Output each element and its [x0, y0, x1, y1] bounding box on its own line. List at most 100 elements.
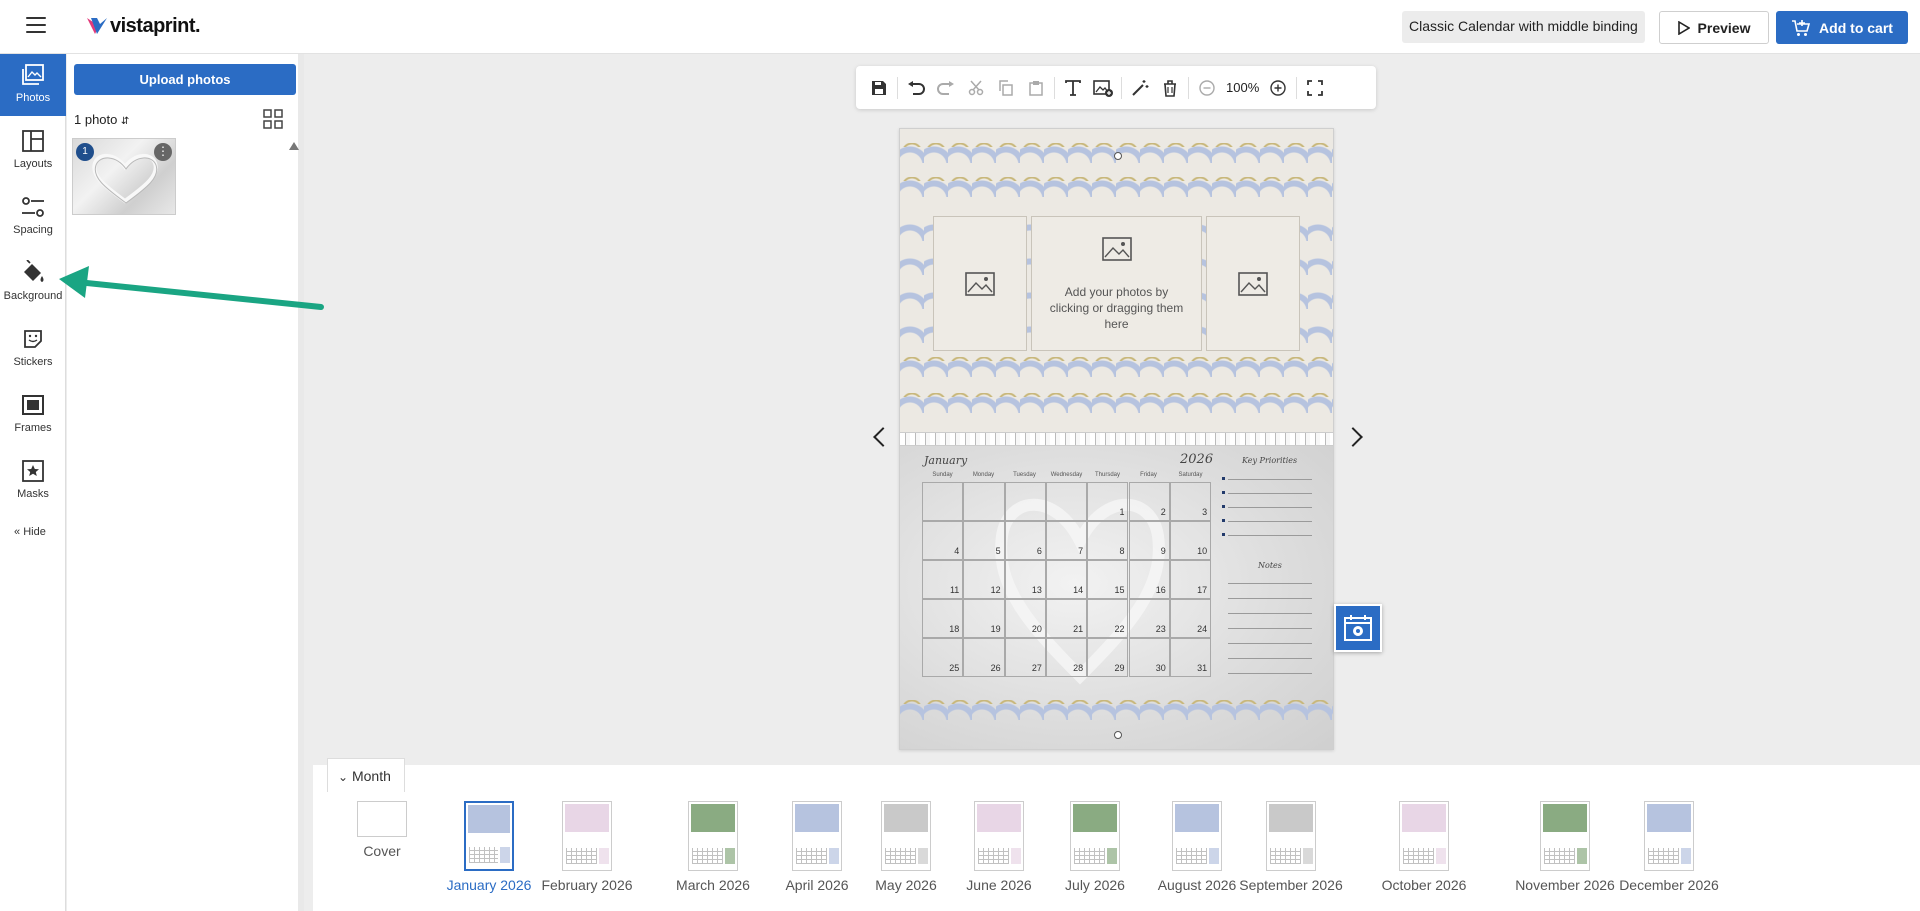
thumb-calendar-grid [1270, 848, 1301, 864]
calendar-day-cell: 31 [1169, 638, 1212, 677]
thumb-calendar-grid [1074, 848, 1105, 864]
zoom-out-icon[interactable] [1192, 73, 1222, 103]
double-chevron-left-icon: « [14, 526, 21, 538]
page-thumb-label: December 2026 [1619, 877, 1719, 893]
project-name-field[interactable]: Classic Calendar with middle binding [1402, 11, 1645, 43]
day-number: 2 [1160, 507, 1166, 517]
add-image-icon[interactable] [1088, 73, 1118, 103]
notes-title[interactable]: Notes [1258, 561, 1282, 570]
hide-panel-button[interactable]: « Hide [14, 526, 46, 538]
photo-placeholder-center[interactable]: Add your photos by clicking or dragging … [1031, 216, 1202, 351]
sort-updown-icon: ⇵ [121, 116, 130, 127]
key-priorities-title[interactable]: Key Priorities [1242, 456, 1297, 465]
calendar-day-cell [922, 482, 964, 521]
nav-item-frames[interactable]: Frames [0, 384, 66, 446]
vistaprint-logo[interactable]: vistaprint. [86, 14, 201, 38]
day-number: 18 [949, 624, 960, 634]
day-number: 22 [1114, 624, 1125, 634]
preview-button[interactable]: Preview [1659, 11, 1769, 44]
bullet-point [1222, 477, 1225, 480]
cart-plus-icon [1792, 19, 1811, 36]
calendar-day-cell: 19 [963, 599, 1005, 638]
nav-item-layouts[interactable]: Layouts [0, 120, 66, 182]
add-text-icon[interactable] [1058, 73, 1088, 103]
fullscreen-icon[interactable] [1300, 73, 1330, 103]
upload-photos-button[interactable]: Upload photos [74, 64, 296, 95]
writing-line [1228, 598, 1312, 599]
page-thumb-month[interactable]: September 2026 [1226, 801, 1356, 893]
month-tab-toggle[interactable]: ⌄ Month [327, 758, 405, 792]
nav-item-masks[interactable]: Masks [0, 450, 66, 512]
nav-item-background[interactable]: Background [0, 252, 66, 314]
cut-icon[interactable] [961, 73, 991, 103]
nav-label-photos: Photos [15, 92, 51, 104]
spacing-icon [22, 197, 44, 217]
thumb-side-panel [829, 848, 839, 864]
calendar-settings-button[interactable] [1334, 604, 1382, 652]
page-thumb-month[interactable]: December 2026 [1604, 801, 1734, 893]
writing-line [1228, 493, 1312, 494]
writing-line [1228, 643, 1312, 644]
redo-icon[interactable] [931, 73, 961, 103]
day-number: 30 [1155, 663, 1166, 673]
thumb-photo-area [565, 804, 609, 832]
calendar-day-cell: 12 [963, 560, 1005, 599]
nav-item-photos[interactable]: Photos [0, 54, 66, 116]
photo-thumbnail[interactable]: 1 ⋮ [72, 138, 176, 215]
copy-icon[interactable] [991, 73, 1021, 103]
thumb-side-panel [1577, 848, 1587, 864]
nav-label-background: Background [3, 290, 63, 302]
day-number: 27 [1031, 663, 1042, 673]
add-to-cart-label: Add to cart [1819, 19, 1893, 36]
wave-pattern [900, 177, 1333, 181]
calendar-page-canvas[interactable]: Add your photos by clicking or dragging … [899, 128, 1334, 750]
calendar-top-half: Add your photos by clicking or dragging … [900, 129, 1333, 434]
grid-view-icon[interactable] [263, 109, 283, 129]
calendar-day-cell [963, 482, 1005, 521]
nav-item-spacing[interactable]: Spacing [0, 186, 66, 248]
zoom-level: 100% [1226, 80, 1260, 95]
vistaprint-logo-icon [86, 16, 108, 36]
day-number: 15 [1114, 585, 1125, 595]
photo-more-options-icon[interactable]: ⋮ [154, 143, 172, 161]
writing-line [1228, 673, 1312, 674]
page-thumb-preview [792, 801, 842, 871]
zoom-in-icon[interactable] [1263, 73, 1293, 103]
save-icon[interactable] [864, 73, 894, 103]
calendar-day-cell: 23 [1128, 599, 1170, 638]
day-number: 25 [949, 663, 960, 673]
page-thumb-month[interactable]: October 2026 [1359, 801, 1489, 893]
calendar-day-cell: 2 [1128, 482, 1170, 521]
calendar-day-cell: 5 [963, 521, 1005, 560]
clear-all-trash-icon[interactable] [1155, 73, 1185, 103]
photo-placeholder-right[interactable] [1206, 216, 1300, 351]
scroll-up-arrow-icon[interactable] [289, 142, 299, 150]
undo-icon[interactable] [901, 73, 931, 103]
calendar-year-title[interactable]: 2026 [1180, 452, 1213, 467]
spiral-binding [900, 432, 1333, 446]
wave-pattern [900, 357, 1333, 361]
day-number: 6 [1036, 546, 1042, 556]
hamburger-menu-icon[interactable] [26, 17, 46, 33]
paste-icon[interactable] [1021, 73, 1051, 103]
thumb-photo-area [468, 805, 510, 833]
next-page-chevron-icon[interactable] [1343, 427, 1363, 447]
photos-icon [22, 64, 44, 85]
photo-placeholder-left[interactable] [933, 216, 1027, 351]
previous-page-chevron-icon[interactable] [873, 427, 893, 447]
top-bar: vistaprint. Classic Calendar with middle… [0, 0, 1920, 54]
add-to-cart-button[interactable]: Add to cart [1776, 11, 1908, 44]
photo-count-sort[interactable]: 1 photo ⇵ [74, 112, 129, 127]
page-thumb-month[interactable]: February 2026 [522, 801, 652, 893]
writing-line [1228, 658, 1312, 659]
nav-label-layouts: Layouts [13, 158, 53, 170]
page-thumb-cover[interactable]: Cover [357, 801, 407, 859]
writing-line [1228, 628, 1312, 629]
writing-line [1228, 535, 1312, 536]
calendar-month-title[interactable]: January [924, 454, 967, 467]
day-number: 8 [1119, 546, 1125, 556]
mask-star-icon [22, 460, 44, 482]
thumb-calendar-grid [1648, 848, 1679, 864]
nav-item-stickers[interactable]: Stickers [0, 318, 66, 380]
magic-wand-icon[interactable] [1125, 73, 1155, 103]
